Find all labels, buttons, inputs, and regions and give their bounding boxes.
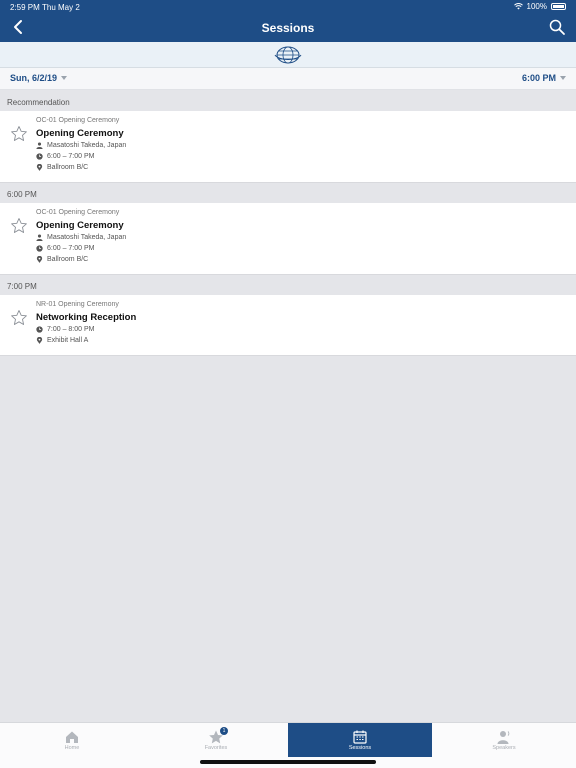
section-header: Recommendation [0,93,576,111]
caret-down-icon [560,76,566,80]
session-location: Ballroom B/C [47,164,89,171]
person-icon [36,142,43,149]
session-location-row: Ballroom B/C [36,164,88,171]
caret-down-icon [61,76,68,80]
session-code: OC-01 Opening Ceremony [36,209,120,216]
session-card[interactable]: NR-01 Opening Ceremony Networking Recept… [0,295,576,356]
session-time-row: 7:00 – 8:00 PM [36,326,94,333]
session-card[interactable]: OC-01 Opening Ceremony Opening Ceremony … [0,203,576,275]
location-pin-icon [36,256,43,263]
tab-label: Speakers [492,745,516,751]
status-date: Thu May 2 [42,3,80,12]
favorite-star-icon[interactable] [10,125,28,143]
section-header: 7:00 PM [0,277,576,295]
globe-logo-icon [274,46,302,63]
clock-icon [36,153,43,160]
location-pin-icon [36,164,43,171]
search-button[interactable] [548,18,566,36]
person-icon [36,234,43,241]
favorite-star-icon[interactable] [10,217,28,235]
tab-home[interactable]: Home [0,723,144,757]
section-header: 6:00 PM [0,185,576,203]
speaker-icon [497,731,510,744]
tab-label: Home [64,745,80,751]
session-location: Ballroom B/C [47,256,89,263]
session-location-row: Ballroom B/C [36,256,88,263]
session-code: OC-01 Opening Ceremony [36,117,120,124]
nav-header: 2:59 PM Thu May 2 100% Sessions [0,0,576,42]
session-speaker-row: Masatoshi Takeda, Japan [36,234,126,241]
tab-speakers[interactable]: Speakers [432,723,576,757]
session-time-row: 6:00 – 7:00 PM [36,245,94,252]
session-card[interactable]: OC-01 Opening Ceremony Opening Ceremony … [0,111,576,183]
logo-bar [0,42,576,68]
calendar-icon [353,730,367,744]
tab-sessions[interactable]: Sessions [288,723,432,757]
time-dropdown-label: 6:00 PM [521,73,556,83]
battery-percent: 100% [526,2,547,11]
session-time: 6:00 – 7:00 PM [47,153,95,160]
home-icon [66,731,78,743]
session-speaker-row: Masatoshi Takeda, Japan [36,142,126,149]
session-title: Opening Ceremony [36,128,124,139]
session-title: Opening Ceremony [36,220,124,231]
favorite-star-icon[interactable] [10,309,28,327]
status-time: 2:59 PM [10,3,40,12]
page-title: Sessions [261,21,315,35]
date-dropdown-label: Sun, 6/2/19 [10,73,58,83]
tab-favorites[interactable]: 1 Favorites [144,723,288,757]
tab-label: Sessions [348,745,372,751]
session-time: 6:00 – 7:00 PM [47,245,95,252]
time-dropdown[interactable]: 6:00 PM [522,73,566,83]
clock-icon [36,326,43,333]
search-icon [549,19,565,35]
filter-bar: Sun, 6/2/19 6:00 PM [0,68,576,90]
wifi-icon [513,3,523,10]
clock-icon [36,245,43,252]
location-pin-icon [36,337,43,344]
session-speaker: Masatoshi Takeda, Japan [47,142,127,149]
home-indicator [200,760,376,764]
session-speaker: Masatoshi Takeda, Japan [47,234,127,241]
session-time-row: 6:00 – 7:00 PM [36,153,94,160]
favorites-badge: 1 [220,727,228,735]
battery-icon [551,3,566,10]
tab-label: Favorites [204,745,228,751]
session-code: NR-01 Opening Ceremony [36,301,119,308]
session-location-row: Exhibit Hall A [36,337,88,344]
date-dropdown[interactable]: Sun, 6/2/19 [10,73,68,83]
session-time: 7:00 – 8:00 PM [47,326,95,333]
session-location: Exhibit Hall A [47,337,89,344]
session-title: Networking Reception [36,312,137,323]
status-indicators: 100% [513,2,566,11]
